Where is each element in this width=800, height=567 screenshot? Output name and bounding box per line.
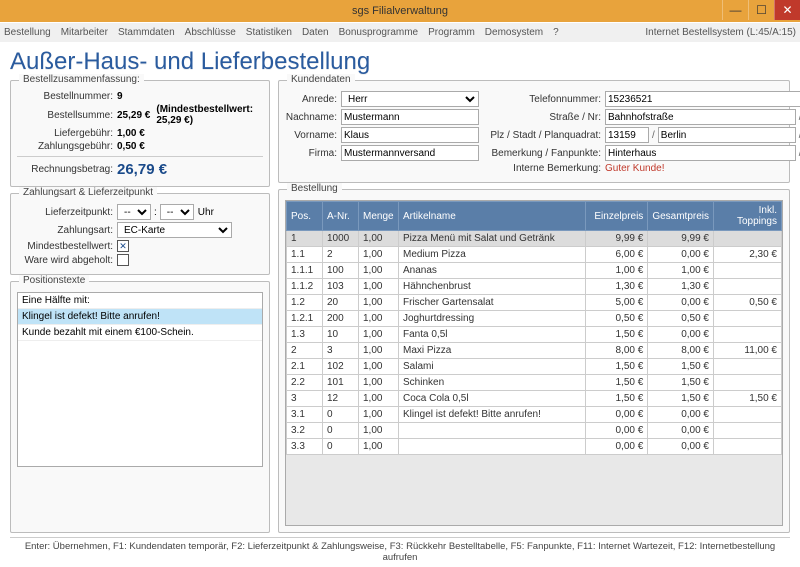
list-item[interactable]: Eine Hälfte mit: [18, 293, 262, 309]
city-input[interactable] [658, 127, 796, 143]
table-row[interactable]: 1.2.12001,00Joghurtdressing0,50 €0,50 € [287, 311, 782, 327]
salutation-select[interactable]: Herr [341, 91, 479, 107]
pos-text-panel: Positionstexte Eine Hälfte mit:Klingel i… [10, 281, 270, 533]
table-row[interactable]: 1.1.21031,00Hähnchenbrust1,30 €1,30 € [287, 279, 782, 295]
customer-legend: Kundendaten [287, 74, 355, 85]
menu-item[interactable]: Stammdaten [118, 27, 175, 38]
surname-input[interactable] [341, 109, 479, 125]
table-row[interactable]: 1.1.11001,00Ananas1,00 €1,00 € [287, 263, 782, 279]
firstname-input[interactable] [341, 127, 479, 143]
remark-input[interactable] [605, 145, 796, 161]
table-row[interactable]: 1.3101,00Fanta 0,5l1,50 €0,00 € [287, 327, 782, 343]
phone-input[interactable] [605, 91, 800, 107]
close-button[interactable]: ✕ [774, 0, 800, 20]
order-table[interactable]: Pos.A-Nr.MengeArtikelnameEinzelpreisGesa… [286, 201, 782, 455]
list-item[interactable]: Klingel ist defekt! Bitte anrufen! [18, 309, 262, 325]
status-text: Internet Bestellsystem (L:45/A:15) [645, 27, 796, 38]
summary-legend: Bestellzusammenfassung: [19, 74, 144, 85]
company-input[interactable] [341, 145, 479, 161]
table-row[interactable]: 1.121,00Medium Pizza6,00 €0,00 €2,30 € [287, 247, 782, 263]
window-title: sgs Filialverwaltung [352, 5, 448, 17]
minimize-button[interactable]: ― [722, 0, 748, 20]
pos-text-listbox[interactable]: Eine Hälfte mit:Klingel ist defekt! Bitt… [17, 292, 263, 467]
order-grid[interactable]: Pos.A-Nr.MengeArtikelnameEinzelpreisGesa… [285, 200, 783, 526]
min-order-checkbox[interactable]: ✕ [117, 240, 129, 252]
table-row[interactable]: 3.101,00Klingel ist defekt! Bitte anrufe… [287, 407, 782, 423]
menu-item[interactable]: ? [553, 27, 559, 38]
menu-item[interactable]: Abschlüsse [185, 27, 236, 38]
pickup-checkbox[interactable] [117, 254, 129, 266]
list-item[interactable]: Kunde bezahlt mit einem €100-Schein. [18, 325, 262, 341]
menu-items: Bestellung Mitarbeiter Stammdaten Abschlüss… [4, 27, 569, 38]
delivery-hour-select[interactable]: -- [117, 204, 151, 220]
menu-item[interactable]: Bestellung [4, 27, 51, 38]
payment-method-select[interactable]: EC-Karte [117, 222, 232, 238]
table-row[interactable]: 3.301,000,00 €0,00 € [287, 439, 782, 455]
internal-remark: Guter Kunde! [605, 163, 664, 174]
menu-item[interactable]: Bonusprogramme [339, 27, 418, 38]
maximize-button[interactable]: ☐ [748, 0, 774, 20]
table-row[interactable]: 3121,00Coca Cola 0,5l1,50 €1,50 €1,50 € [287, 391, 782, 407]
table-row[interactable]: 110001,00Pizza Menü mit Salat und Geträn… [287, 231, 782, 247]
delivery-min-select[interactable]: -- [160, 204, 194, 220]
customer-panel: Kundendaten Anrede:Herr Nachname: Vornam… [278, 80, 790, 183]
order-summary-panel: Bestellzusammenfassung: Bestellnummer:9 … [10, 80, 270, 187]
order-body: 110001,00Pizza Menü mit Salat und Geträn… [287, 231, 782, 455]
postext-legend: Positionstexte [19, 275, 89, 286]
menu-item[interactable]: Mitarbeiter [61, 27, 108, 38]
page-title: Außer-Haus- und Lieferbestellung [10, 48, 790, 76]
table-row[interactable]: 2.21011,00Schinken1,50 €1,50 € [287, 375, 782, 391]
order-header-row: Pos.A-Nr.MengeArtikelnameEinzelpreisGesa… [287, 202, 782, 231]
street-input[interactable] [605, 109, 796, 125]
payment-legend: Zahlungsart & Lieferzeitpunkt [19, 187, 157, 198]
zip-input[interactable] [605, 127, 649, 143]
order-legend: Bestellung [287, 183, 342, 194]
order-panel: Bestellung Pos.A-Nr.MengeArtikelnameEinz… [278, 189, 790, 533]
menu-item[interactable]: Demosystem [485, 27, 543, 38]
menu-item[interactable]: Daten [302, 27, 329, 38]
footer-hints: Enter: Übernehmen, F1: Kundendaten tempo… [10, 537, 790, 563]
menu-bar: Bestellung Mitarbeiter Stammdaten Abschlüss… [0, 22, 800, 42]
menu-item[interactable]: Programm [428, 27, 475, 38]
table-row[interactable]: 3.201,000,00 €0,00 € [287, 423, 782, 439]
table-row[interactable]: 2.11021,00Salami1,50 €1,50 € [287, 359, 782, 375]
window-titlebar: sgs Filialverwaltung ― ☐ ✕ [0, 0, 800, 22]
payment-panel: Zahlungsart & Lieferzeitpunkt Lieferzeit… [10, 193, 270, 275]
table-row[interactable]: 231,00Maxi Pizza8,00 €8,00 €11,00 € [287, 343, 782, 359]
table-row[interactable]: 1.2201,00Frischer Gartensalat5,00 €0,00 … [287, 295, 782, 311]
menu-item[interactable]: Statistiken [246, 27, 292, 38]
